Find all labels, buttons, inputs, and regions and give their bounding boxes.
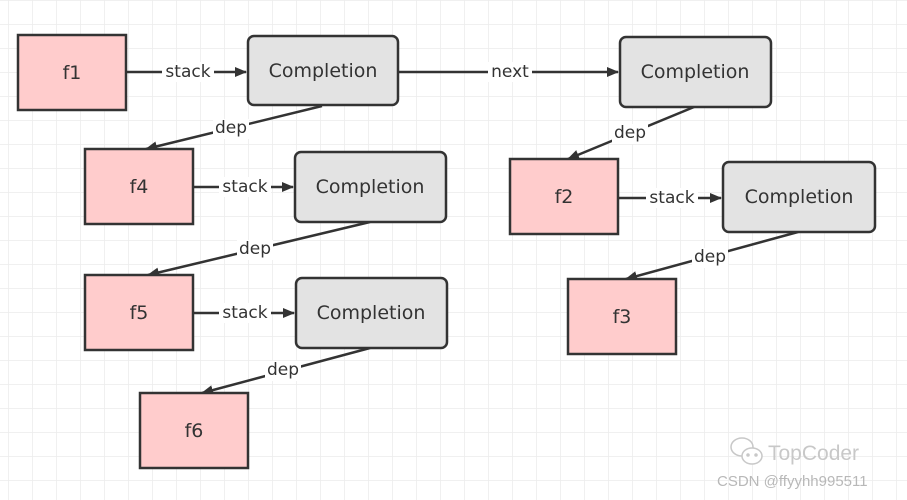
edge-label-stack: stack: [222, 303, 267, 323]
edge-label-dep: dep: [267, 360, 299, 380]
node-label-f5: f5: [130, 302, 149, 324]
edge-label-stack: stack: [649, 188, 694, 208]
edge-label-next: next: [491, 62, 529, 82]
node-label-completion: Completion: [745, 186, 854, 208]
edge-label-dep: dep: [215, 118, 247, 138]
edge-label-stack: stack: [222, 177, 267, 197]
watermark-brand: TopCoder: [768, 442, 859, 465]
diagram-canvas: stack next dep stack dep stack dep dep s…: [0, 0, 907, 500]
edge-label-stack: stack: [165, 62, 210, 82]
node-label-f3: f3: [613, 306, 632, 328]
watermark-credit: CSDN @ffyyhh995511: [717, 473, 868, 490]
node-label-completion: Completion: [641, 61, 750, 83]
node-label-f1: f1: [63, 62, 82, 84]
node-label-f6: f6: [185, 420, 204, 442]
edge-label-dep: dep: [694, 247, 726, 267]
node-label-f4: f4: [130, 176, 149, 198]
node-label-completion: Completion: [316, 176, 425, 198]
node-label-f2: f2: [555, 186, 574, 208]
node-label-completion: Completion: [269, 60, 378, 82]
node-label-completion: Completion: [317, 302, 426, 324]
edge-label-dep: dep: [614, 123, 646, 143]
edge-label-dep: dep: [239, 239, 271, 259]
